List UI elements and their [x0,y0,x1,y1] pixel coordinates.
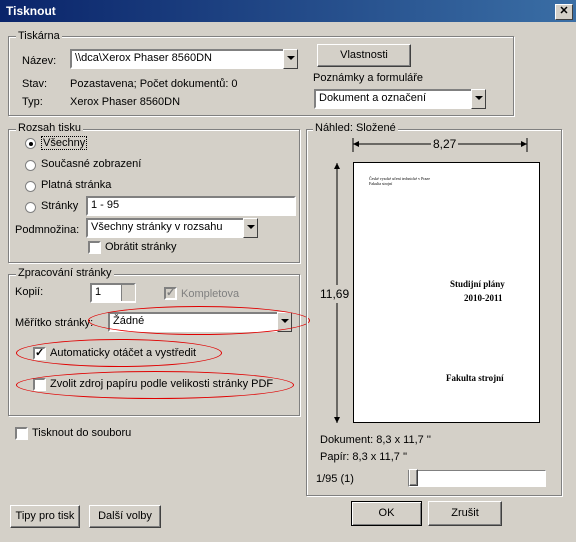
collate-label: Kompletova [181,288,240,300]
radio-valid-page[interactable] [25,181,36,192]
properties-button[interactable]: Vlastnosti [317,44,411,67]
height-label: 11,69 [320,285,350,303]
ok-button[interactable]: OK [351,501,422,526]
annotation-ellipse [16,371,294,399]
chevron-down-icon[interactable] [243,218,258,238]
printer-select[interactable]: \\dca\Xerox Phaser 8560DN [70,49,298,69]
width-label: 8,27 [431,137,459,151]
close-icon: ✕ [559,5,569,17]
chevron-down-icon[interactable] [283,49,298,69]
annotation-ellipse [88,306,310,335]
advanced-button[interactable]: Další volby [89,505,161,528]
close-button[interactable]: ✕ [555,4,573,20]
print-tips-button[interactable]: Tipy pro tisk [10,505,80,528]
radio-current-view[interactable] [25,160,36,171]
page-slider[interactable] [408,470,546,487]
radio-pages-label[interactable]: Stránky [41,200,78,212]
print-range-label: Rozsah tisku [16,122,83,134]
comments-label: Poznámky a formuláře [313,72,424,84]
copies-stepper[interactable] [121,285,135,301]
radio-pages[interactable] [25,202,36,213]
paper-size: Papír: 8,3 x 11,7 '' [320,451,408,463]
type-value: Xerox Phaser 8560DN [70,96,181,108]
comments-select-value: Dokument a označení [314,89,486,109]
chevron-down-icon[interactable] [471,89,486,109]
printer-name-label: Název: [22,55,57,67]
pages-input[interactable]: 1 - 95 [86,196,296,216]
page-preview: České vysoké učení technické v Praze Fak… [353,162,540,423]
preview-footer: Fakulta strojní [446,373,504,383]
preview-title-line1: Studijní plány [450,279,505,289]
print-to-file-label[interactable]: Tisknout do souboru [32,427,131,439]
preview-title: Náhled: Složené [313,122,398,134]
subset-select-value: Všechny stránky v rozsahu [86,218,258,238]
preview-header-line2: Fakulta strojní [369,181,393,186]
page-slider-thumb[interactable] [409,469,418,486]
copies-label: Kopií: [15,286,44,298]
annotation-ellipse [16,339,222,367]
subset-label: Podmnožina: [15,224,80,236]
title-bar [0,0,576,22]
radio-all-label[interactable]: Všechny [41,136,88,150]
collate-checkbox[interactable]: ✓ [164,287,177,300]
status-label: Stav: [22,78,48,90]
radio-current-view-label[interactable]: Současné zobrazení [41,158,141,170]
cancel-button[interactable]: Zrušit [428,501,502,526]
comments-select[interactable]: Dokument a označení [314,89,486,109]
preview-title-line2: 2010-2011 [464,293,503,303]
status-value: Pozastavena; Počet dokumentů: 0 [70,78,238,90]
radio-valid-page-label[interactable]: Platná stránka [41,179,111,191]
printer-select-value: \\dca\Xerox Phaser 8560DN [70,49,298,69]
reverse-pages-checkbox[interactable] [88,241,101,254]
reverse-pages-label[interactable]: Obrátit stránky [105,241,177,253]
document-size: Dokument: 8,3 x 11,7 '' [320,434,431,446]
subset-select[interactable]: Všechny stránky v rozsahu [86,218,258,238]
scale-label: Měřítko stránky: [15,317,94,329]
radio-all[interactable] [25,138,36,149]
page-counter: 1/95 (1) [316,473,354,485]
printer-group-label: Tiskárna [16,30,62,42]
window-title: Tisknout [6,4,56,18]
print-to-file-checkbox[interactable] [15,427,28,440]
page-handling-label: Zpracování stránky [16,267,114,279]
type-label: Typ: [22,96,43,108]
